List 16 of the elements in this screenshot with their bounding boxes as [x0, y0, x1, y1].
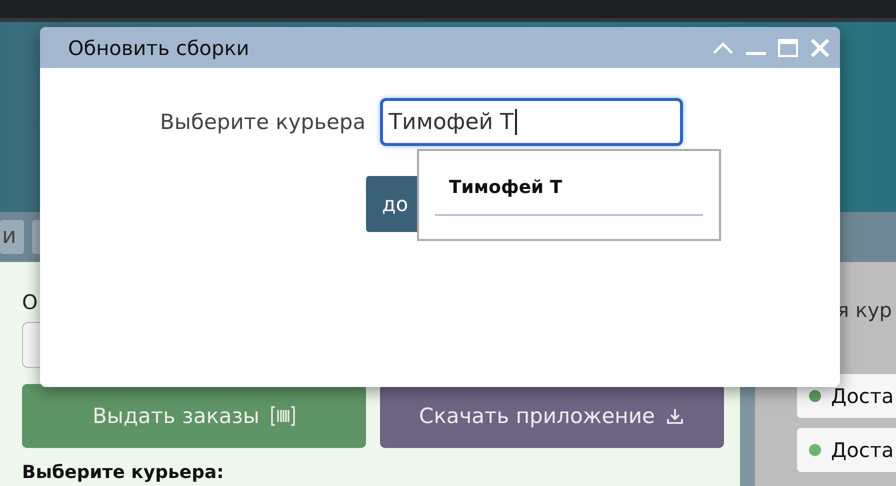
- download-icon: [664, 406, 685, 426]
- download-app-button[interactable]: Скачать приложение: [380, 384, 724, 448]
- courier-label: Выберите курьера:: [22, 462, 224, 483]
- tab[interactable]: и: [0, 220, 24, 254]
- status-text: Доста: [831, 384, 894, 408]
- suggestion-item[interactable]: Тимофей Т: [435, 151, 703, 216]
- close-icon[interactable]: [810, 38, 830, 58]
- dialog-title: Обновить сборки: [68, 36, 250, 60]
- collapse-icon[interactable]: [712, 40, 734, 54]
- field-label: О: [22, 290, 38, 314]
- courier-label: Выберите курьера: [160, 110, 366, 134]
- maximize-icon[interactable]: [778, 38, 798, 56]
- status-card[interactable]: Доста: [797, 428, 896, 472]
- status-text: Доста: [831, 438, 894, 462]
- barcode-icon: [270, 405, 296, 427]
- courier-input[interactable]: Тимофей Т: [380, 98, 683, 146]
